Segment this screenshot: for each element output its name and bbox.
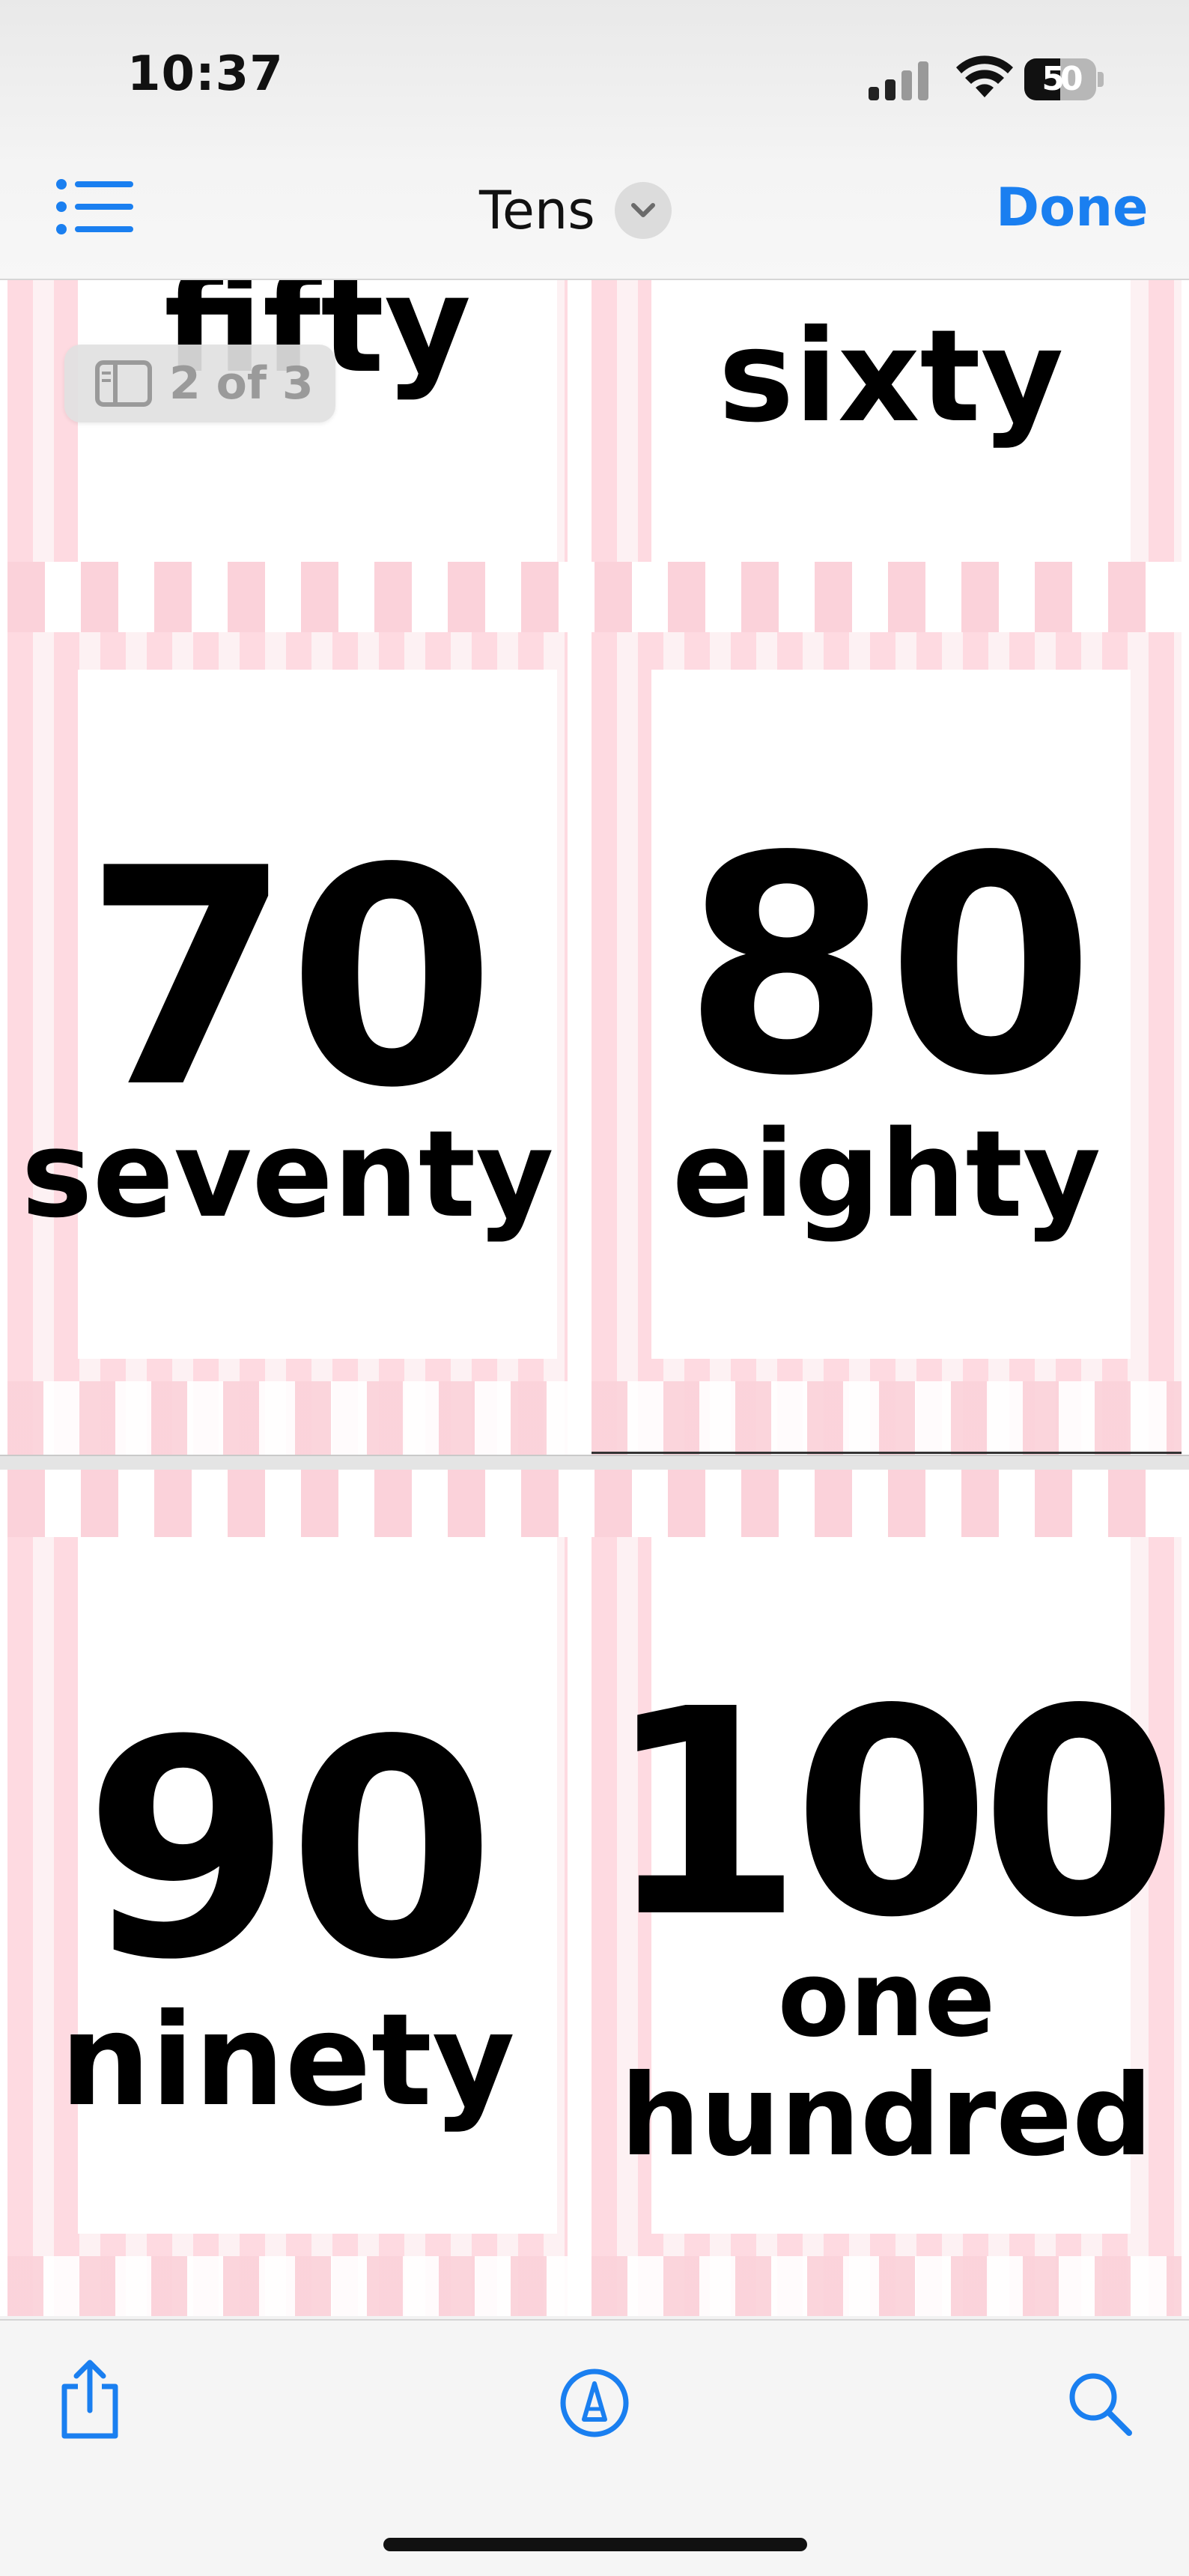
- wifi-icon: [956, 55, 1013, 97]
- card-number: 70: [83, 805, 496, 1154]
- card-number: 90: [83, 1677, 496, 2025]
- card-number: 100: [605, 1648, 1178, 1980]
- page-indicator: 2 of 3: [64, 345, 335, 422]
- markup-pen-icon[interactable]: [559, 2367, 630, 2439]
- status-time: 10:37: [127, 46, 284, 102]
- top-bar: 10:37 50 Tens Done: [0, 0, 1189, 280]
- page-separator: [0, 1455, 1189, 1471]
- sidebar-icon: [95, 360, 152, 407]
- card-word: eighty: [672, 1104, 1101, 1244]
- card-100: 100 one hundred: [592, 1537, 1182, 2316]
- card-number: 80: [682, 793, 1095, 1142]
- document-title: Tens: [479, 180, 595, 241]
- search-icon[interactable]: [1063, 2367, 1135, 2439]
- card-word: ninety: [60, 1986, 515, 2135]
- card-word: sixty: [718, 303, 1064, 451]
- card-80: 80 eighty: [592, 632, 1182, 1455]
- done-button[interactable]: Done: [996, 177, 1149, 238]
- home-indicator: [383, 2538, 807, 2551]
- cellular-signal-icon: [869, 60, 930, 100]
- document-page[interactable]: fifty sixty 70 seventy 80 eighty: [0, 280, 1189, 1455]
- share-icon[interactable]: [54, 2358, 126, 2442]
- page-divider-line: [592, 1452, 1182, 1454]
- card-90: 90 ninety: [7, 1537, 568, 2316]
- page-indicator-text: 2 of 3: [169, 357, 314, 410]
- card-sixty: sixty: [592, 280, 1182, 572]
- card-fifty: fifty: [7, 280, 568, 572]
- battery-icon: 50: [1024, 58, 1105, 100]
- card-word: seventy: [21, 1104, 554, 1244]
- card-word-line1: one: [777, 1939, 996, 2061]
- document-page[interactable]: 90 ninety 100 one hundred: [0, 1470, 1189, 2316]
- list-icon[interactable]: [54, 174, 136, 241]
- chevron-down-icon[interactable]: [614, 182, 672, 239]
- card-70: 70 seventy: [7, 632, 568, 1455]
- battery-level: 50: [1041, 60, 1083, 98]
- document-title-button[interactable]: Tens: [479, 177, 672, 244]
- card-word-line2: hundred: [620, 2051, 1153, 2181]
